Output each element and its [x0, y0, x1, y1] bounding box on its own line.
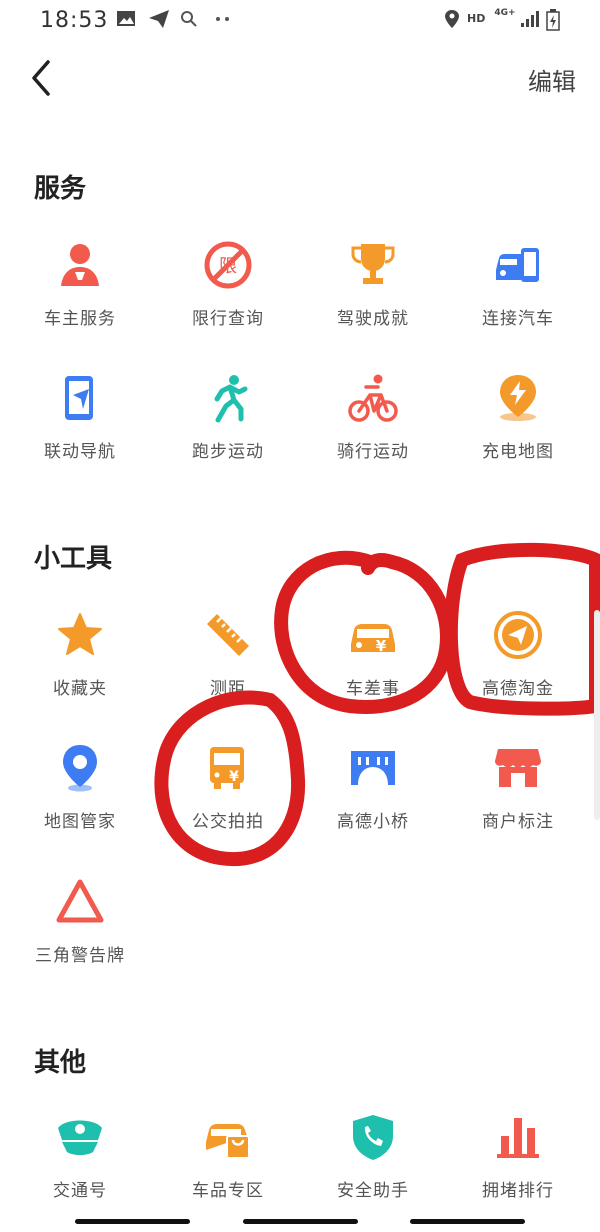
grid-item-measure-distance[interactable]: 测距 [153, 610, 303, 730]
scroll-indicator[interactable] [594, 610, 600, 820]
grid-item-label: 车主服务 [44, 309, 116, 329]
paper-plane-coin-icon [494, 611, 542, 659]
nav-indicator-left [75, 1219, 190, 1224]
grid-item-label: 安全助手 [337, 1181, 409, 1201]
image-icon [117, 11, 135, 26]
grid-item-label: 公交拍拍 [192, 812, 264, 832]
grid-item-label: 车品专区 [192, 1181, 264, 1201]
ruler-icon [207, 614, 249, 656]
grid-item-label: 交通号 [53, 1181, 107, 1201]
section-title-tools: 小工具 [34, 544, 113, 574]
grid-item-label: 连接汽车 [482, 309, 554, 329]
grid-item-car-errands[interactable]: ¥ 车差事 [298, 610, 448, 730]
grid-item-label: 测距 [210, 679, 246, 699]
runner-icon [214, 375, 248, 423]
car-owner-icon [61, 244, 99, 286]
trophy-icon [351, 244, 395, 284]
status-time: 18:53 [40, 8, 109, 33]
grid-item-driving-achievements[interactable]: 驾驶成就 [298, 240, 448, 360]
search-icon [181, 11, 197, 27]
shield-phone-icon [353, 1115, 393, 1160]
svg-text:¥: ¥ [376, 637, 387, 655]
grid-item-traffic-restriction[interactable]: 限 限行查询 [153, 240, 303, 360]
more-dots-icon [216, 17, 229, 21]
bar-chart-icon [497, 1118, 539, 1158]
grid-item-merchant-marking[interactable]: 商户标注 [443, 743, 593, 863]
warning-triangle-icon [56, 879, 104, 923]
grid-item-bus-snap[interactable]: ¥ 公交拍拍 [153, 743, 303, 863]
grid-item-charging-map[interactable]: 充电地图 [443, 373, 593, 493]
shop-icon [495, 749, 541, 787]
grid-item-car-products[interactable]: 车品专区 [153, 1112, 303, 1232]
grid-item-label: 拥堵排行 [482, 1181, 554, 1201]
section-title-services: 服务 [34, 174, 87, 204]
grid-item-connect-car[interactable]: 连接汽车 [443, 240, 593, 360]
top-bar: 编辑 [0, 40, 600, 120]
grid-item-warning-triangle[interactable]: 三角警告牌 [5, 877, 155, 997]
grid-item-gaode-bridge[interactable]: 高德小桥 [298, 743, 448, 863]
status-bar: 18:53 HD 4G+ [0, 0, 600, 40]
grid-item-label: 充电地图 [482, 442, 554, 462]
grid-item-running[interactable]: 跑步运动 [153, 373, 303, 493]
car-yuan-icon: ¥ [351, 624, 395, 655]
network-label: 4G+ [494, 8, 516, 18]
bus-yuan-icon: ¥ [210, 747, 244, 789]
section-title-other: 其他 [34, 1048, 87, 1078]
edit-button[interactable]: 编辑 [528, 62, 576, 97]
grid-item-safety-assistant[interactable]: 安全助手 [298, 1112, 448, 1232]
nav-indicator-center [243, 1219, 358, 1224]
grid-item-congestion-ranking[interactable]: 拥堵排行 [443, 1112, 593, 1232]
location-icon [445, 10, 459, 28]
grid-item-label: 跑步运动 [192, 442, 264, 462]
grid-item-cycling[interactable]: 骑行运动 [298, 373, 448, 493]
grid-item-linked-navigation[interactable]: 联动导航 [5, 373, 155, 493]
car-shopping-icon [206, 1124, 250, 1159]
battery-icon [546, 9, 560, 31]
grid-item-map-steward[interactable]: 地图管家 [5, 743, 155, 863]
grid-item-label: 高德淘金 [482, 679, 554, 699]
grid-item-car-owner[interactable]: 车主服务 [5, 240, 155, 360]
star-icon [58, 613, 102, 655]
back-arrow-icon[interactable] [22, 56, 62, 100]
no-entry-icon: 限 [204, 241, 252, 289]
nav-indicator-right [410, 1219, 525, 1224]
grid-item-label: 车差事 [346, 679, 400, 699]
grid-item-label: 收藏夹 [53, 679, 107, 699]
grid-item-label: 三角警告牌 [35, 946, 125, 966]
police-cap-icon [58, 1120, 102, 1155]
bridge-icon [351, 751, 395, 785]
grid-item-label: 地图管家 [44, 812, 116, 832]
telegram-icon [149, 10, 169, 28]
hd-label: HD [467, 12, 486, 25]
grid-item-label: 商户标注 [482, 812, 554, 832]
grid-item-label: 驾驶成就 [337, 309, 409, 329]
charging-pin-icon [500, 375, 536, 421]
grid-item-label: 联动导航 [44, 442, 116, 462]
car-phone-icon [496, 248, 539, 282]
phone-nav-icon [65, 376, 93, 420]
grid-item-label: 限行查询 [192, 309, 264, 329]
grid-item-gaode-gold[interactable]: 高德淘金 [443, 610, 593, 730]
svg-text:¥: ¥ [229, 769, 239, 785]
map-pin-icon [63, 745, 97, 792]
grid-item-label: 骑行运动 [337, 442, 409, 462]
svg-text:限: 限 [219, 256, 237, 277]
signal-icon [521, 11, 539, 27]
grid-item-label: 高德小桥 [337, 812, 409, 832]
grid-item-traffic-account[interactable]: 交通号 [5, 1112, 155, 1232]
grid-item-favorites[interactable]: 收藏夹 [5, 610, 155, 730]
cyclist-icon [348, 374, 398, 422]
